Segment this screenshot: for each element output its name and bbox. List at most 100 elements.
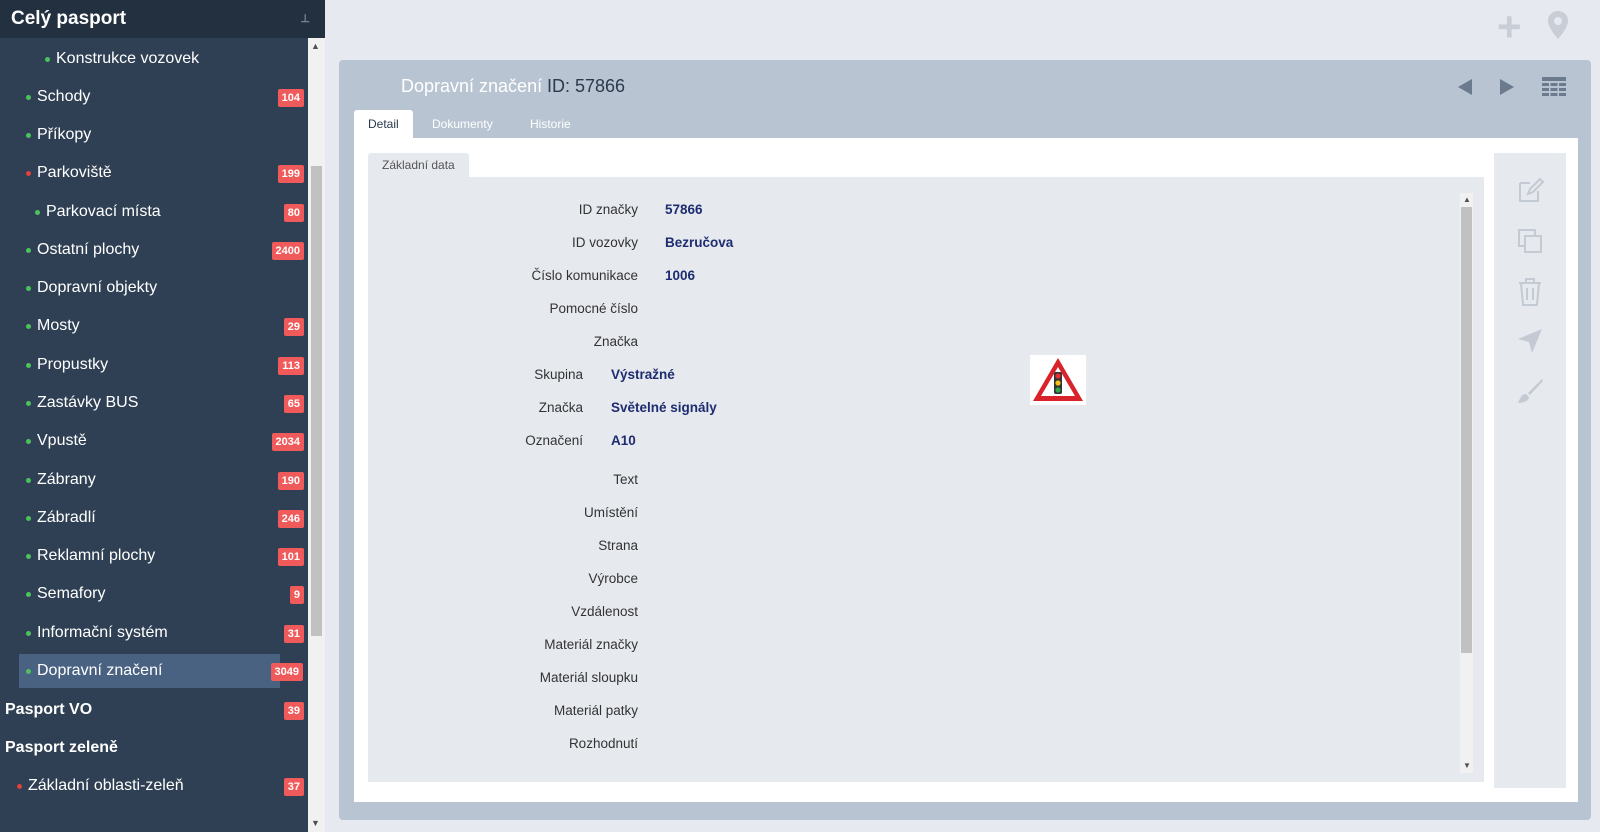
sidebar-item[interactable]: Příkopy <box>0 118 308 152</box>
count-badge: 9 <box>289 586 304 604</box>
map-pin-icon[interactable] <box>1547 10 1569 45</box>
sidebar-item[interactable]: Parkovací místa 80 <box>0 195 308 229</box>
status-dot-icon <box>45 57 50 62</box>
count-badge: 199 <box>277 165 304 183</box>
sidebar-item[interactable]: Zábradlí 246 <box>0 501 308 535</box>
sidebar-item[interactable]: Reklamní plochy 101 <box>0 539 308 573</box>
sidebar-item[interactable]: Schody 104 <box>0 80 308 114</box>
navigate-icon[interactable] <box>1516 327 1544 360</box>
sidebar-item-label: Vpustě <box>37 432 87 449</box>
sidebar-item[interactable]: Zastávky BUS 65 <box>0 386 308 420</box>
tab-content: Základní data ID značky 57866 ID vozovky Be… <box>354 138 1578 802</box>
status-dot-icon <box>26 133 31 138</box>
form-scrollbar[interactable]: ▲ ▼ <box>1460 193 1473 773</box>
panel-title: Dopravní značení <box>401 76 543 96</box>
form-area: ID značky 57866 ID vozovky Bezručova Číslo k… <box>368 177 1484 782</box>
scroll-down-icon[interactable]: ▼ <box>1463 761 1471 770</box>
field-label: Značka <box>593 334 638 349</box>
sidebar-item-label: Zastávky BUS <box>37 394 139 411</box>
field-value: Bezručova <box>665 235 734 250</box>
sidebar-item[interactable]: Zábrany 190 <box>0 463 308 497</box>
panel-record-id: ID: 57866 <box>547 76 626 96</box>
grid-icon[interactable] <box>1542 77 1566 102</box>
field-label: Číslo komunikace <box>531 268 638 283</box>
status-dot-icon <box>26 171 31 176</box>
count-badge: 3049 <box>270 663 303 681</box>
status-dot-icon <box>26 95 31 100</box>
status-dot-icon <box>35 210 40 215</box>
status-dot-icon <box>26 516 31 521</box>
field-label: Rozhodnutí <box>568 736 638 751</box>
form-scroll-thumb[interactable] <box>1461 207 1472 653</box>
sidebar-item-label: Reklamní plochy <box>37 547 156 564</box>
sidebar-item-label: Mosty <box>37 317 80 334</box>
edit-icon[interactable] <box>1516 177 1545 210</box>
sidebar-item[interactable]: Základní oblasti-zeleň 37 <box>0 769 308 803</box>
copy-icon[interactable] <box>1516 227 1544 260</box>
sidebar-item[interactable]: Dopravní značení 3049 <box>19 654 303 688</box>
count-badge: 2034 <box>271 433 304 451</box>
detail-panel: Dopravní značení ID: 57866 Detail Dokume… <box>339 60 1591 820</box>
sidebar-item-label: Informační systém <box>37 624 168 641</box>
status-dot-icon <box>17 784 22 789</box>
field-value: Světelné signály <box>611 400 717 415</box>
count-badge: 80 <box>283 204 304 222</box>
count-badge: 104 <box>277 89 304 107</box>
sidebar-scrollbar[interactable]: ▲ ▼ <box>308 38 325 832</box>
sidebar-item[interactable]: Ostatní plochy 2400 <box>0 233 308 267</box>
sidebar-item[interactable]: Pasport zeleně <box>0 731 308 765</box>
sidebar-title: Celý pasport <box>11 8 127 29</box>
scroll-up-icon[interactable]: ▲ <box>1463 195 1471 204</box>
status-dot-icon <box>26 478 31 483</box>
brush-icon[interactable] <box>1516 377 1544 410</box>
count-badge: 2400 <box>271 242 304 260</box>
tab-detail[interactable]: Detail <box>354 110 413 138</box>
count-badge: 65 <box>283 395 304 413</box>
status-dot-icon <box>26 324 31 329</box>
arrow-left-icon[interactable] <box>1457 78 1473 101</box>
field-label: Skupina <box>534 367 583 382</box>
trash-icon[interactable] <box>1516 277 1544 312</box>
sidebar-item-label: Schody <box>37 88 91 105</box>
sidebar-item-label: Semafory <box>37 585 106 602</box>
sidebar-item[interactable]: Mosty 29 <box>0 309 308 343</box>
pin-icon[interactable]: ⊥ <box>300 12 310 25</box>
status-dot-icon <box>26 554 31 559</box>
scroll-down-icon[interactable]: ▼ <box>311 818 320 828</box>
field-value: 57866 <box>665 202 703 217</box>
sidebar-item[interactable]: Informační systém 31 <box>0 616 308 650</box>
sidebar-item[interactable]: Vpustě 2034 <box>0 424 308 458</box>
sidebar-scroll-thumb[interactable] <box>311 166 322 636</box>
count-badge: 37 <box>283 778 304 796</box>
sidebar-item-label: Zábradlí <box>37 509 96 526</box>
sidebar-item[interactable]: Konstrukce vozovek <box>0 42 308 76</box>
sidebar-item[interactable]: Semafory 9 <box>0 577 308 611</box>
tab-dokumenty[interactable]: Dokumenty <box>418 110 507 138</box>
traffic-light-warning-sign-icon <box>1030 355 1086 410</box>
field-value: A10 <box>611 433 636 448</box>
field-label: Značka <box>538 400 583 415</box>
sidebar-item-label: Propustky <box>37 356 109 373</box>
sidebar-item[interactable]: Pasport VO 39 <box>0 693 308 727</box>
field-label: ID značky <box>578 202 638 217</box>
sidebar-item-label: Dopravní značení <box>37 662 163 679</box>
sidebar-item-label: Pasport zeleně <box>5 739 118 756</box>
arrow-right-icon[interactable] <box>1499 78 1515 101</box>
sidebar-item-label: Příkopy <box>37 126 92 143</box>
field-label: Text <box>613 472 638 487</box>
sidebar-item[interactable]: Parkoviště 199 <box>0 156 308 190</box>
scroll-up-icon[interactable]: ▲ <box>311 41 320 51</box>
field-label: Označení <box>525 433 583 448</box>
field-label: Strana <box>598 538 638 553</box>
sidebar-item[interactable]: Dopravní objekty <box>0 271 308 305</box>
status-dot-icon <box>26 631 31 636</box>
sidebar-item-label: Parkoviště <box>37 164 112 181</box>
field-value: 1006 <box>665 268 696 283</box>
status-dot-icon <box>26 248 31 253</box>
subtab-zakladni-data[interactable]: Základní data <box>368 153 469 177</box>
sidebar-list: Konstrukce vozovek Schody 104 Příkopy Parkov… <box>0 38 308 832</box>
sidebar-item[interactable]: Propustky 113 <box>0 348 308 382</box>
plus-icon[interactable]: + <box>1497 6 1522 48</box>
tab-historie[interactable]: Historie <box>516 110 585 138</box>
count-badge: 190 <box>277 472 304 490</box>
